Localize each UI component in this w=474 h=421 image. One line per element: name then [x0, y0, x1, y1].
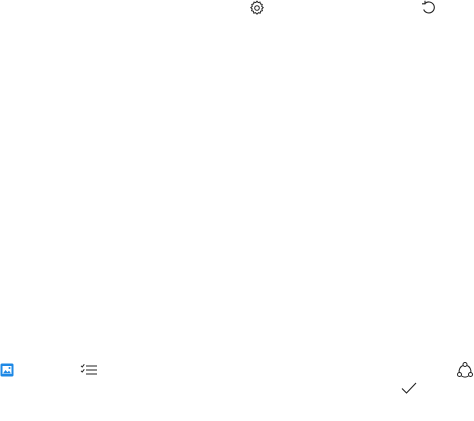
rotate-left-icon — [421, 0, 437, 16]
app-screen — [0, 0, 474, 421]
checkmark-icon — [400, 380, 418, 396]
top-toolbar — [0, 0, 474, 18]
share-button[interactable] — [456, 361, 474, 379]
bottom-toolbar — [0, 358, 474, 421]
settings-button[interactable] — [249, 0, 265, 16]
checklist-icon — [80, 363, 98, 377]
share-icon — [456, 361, 474, 379]
image-icon — [0, 363, 14, 377]
checklist-button[interactable] — [80, 363, 98, 377]
canvas-area[interactable] — [0, 18, 474, 358]
confirm-button[interactable] — [400, 380, 418, 396]
gear-icon — [249, 0, 265, 16]
rotate-button[interactable] — [421, 0, 437, 16]
image-button[interactable] — [0, 363, 14, 377]
